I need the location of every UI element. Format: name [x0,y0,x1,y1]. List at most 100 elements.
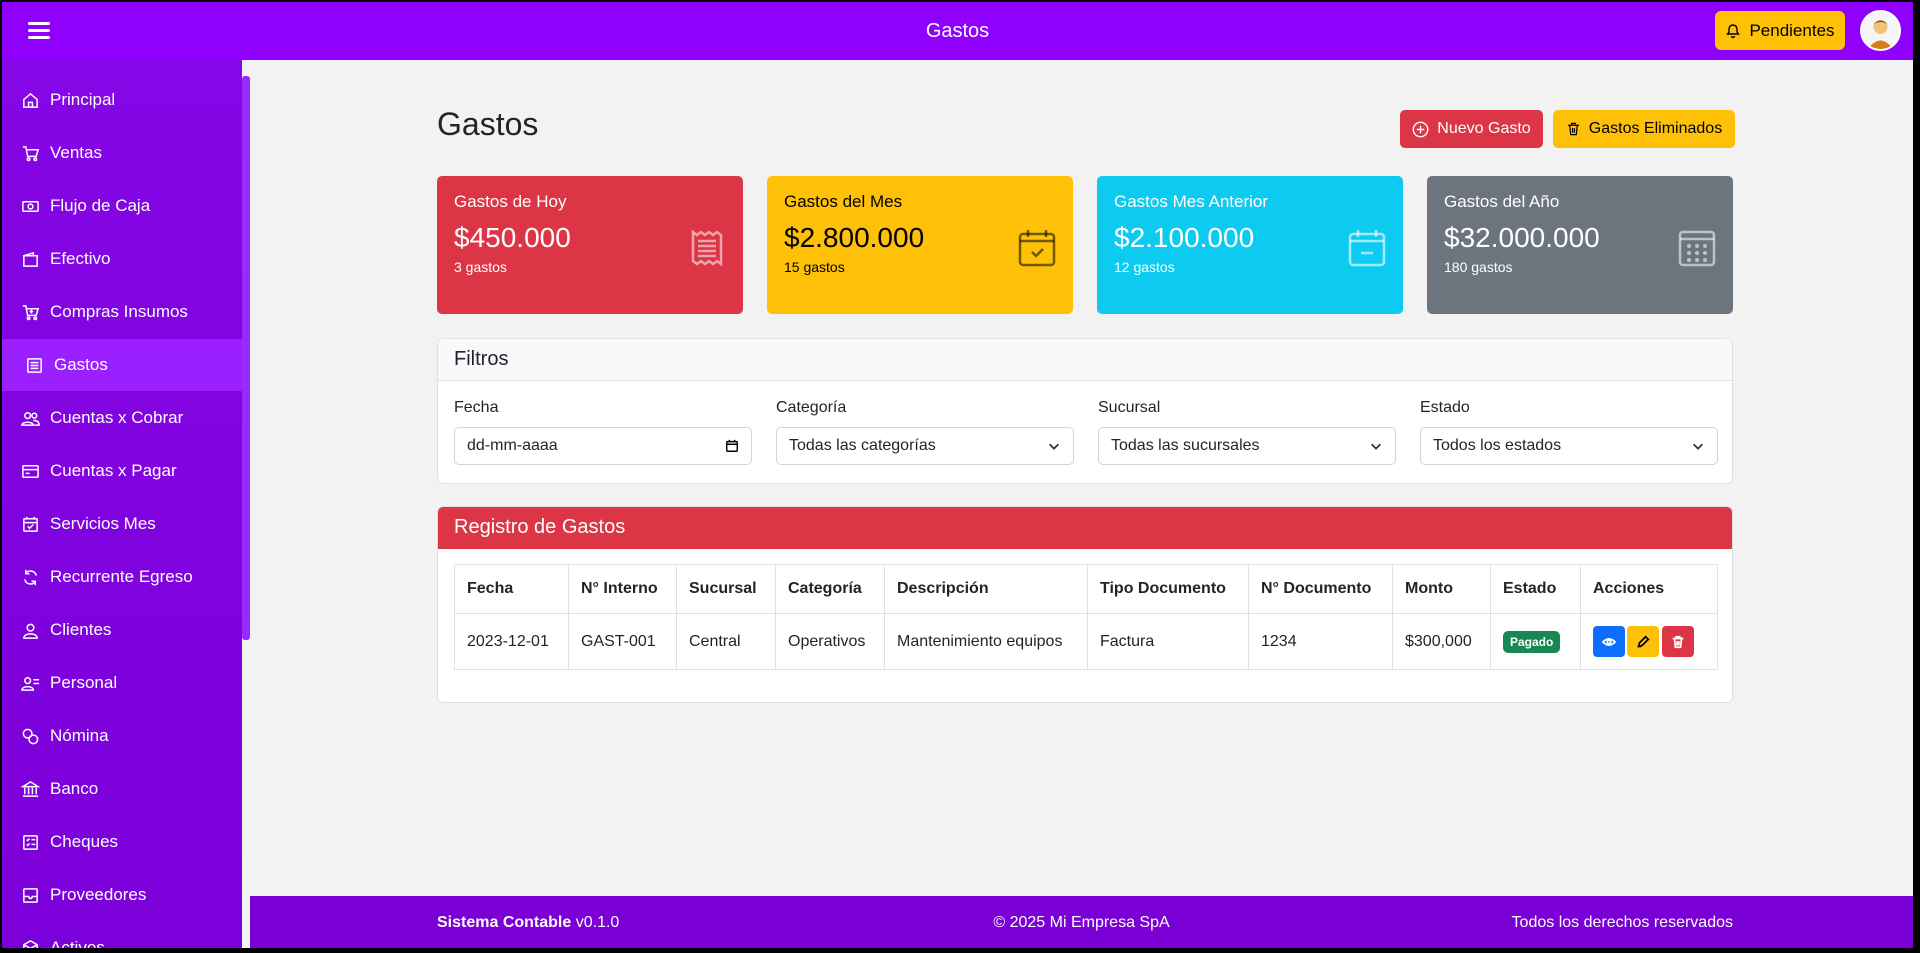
sidebar: Principal Ventas Flujo de Caja Efectivo … [2,60,242,948]
avatar[interactable] [1860,10,1901,51]
card-gastos-hoy: Gastos de Hoy $450.000 3 gastos [437,176,743,314]
calendar-icon [726,439,738,452]
cell-monto: $300,000 [1392,613,1491,670]
sidebar-item-compras-insumos[interactable]: Compras Insumos [2,286,242,338]
top-bar: Gastos Pendientes [2,2,1913,60]
table-header-row: Fecha N° Interno Sucursal Categoría Desc… [454,564,1718,614]
delete-button[interactable] [1661,626,1694,657]
cell-descripcion: Mantenimiento equipos [884,613,1088,670]
estado-label: Estado [1420,399,1470,416]
filters-panel: Filtros Fecha dd-mm-aaaa Categoría Todas… [437,338,1733,484]
sidebar-item-label: Efectivo [50,249,111,268]
trash-icon [1567,122,1579,136]
footer-rights: Todos los derechos reservados [1511,914,1733,931]
app-window: Gastos Pendientes Principal Ventas Flujo… [2,2,1913,948]
eye-icon [1602,637,1616,646]
card-gastos-ano: Gastos del Año $32.000.000 180 gastos [1427,176,1733,314]
categoria-value: Todas las categorías [789,437,936,454]
card-gastos-mes-anterior: Gastos Mes Anterior $2.100.000 12 gastos [1097,176,1403,314]
sidebar-item-label: Personal [50,673,118,692]
plus-circle-icon [1412,121,1429,137]
sidebar-item-label: Cuentas x Cobrar [50,408,184,427]
sidebar-item-personal[interactable]: Personal [2,657,242,709]
sidebar-item-cuentas-x-cobrar[interactable]: Cuentas x Cobrar [2,392,242,444]
categoria-label: Categoría [776,399,847,416]
pending-button[interactable]: Pendientes [1715,11,1845,50]
deleted-expenses-button[interactable]: Gastos Eliminados [1553,110,1735,148]
card-value: $2.100.000 [1114,222,1255,253]
new-expense-button[interactable]: Nuevo Gasto [1400,110,1543,148]
chevron-down-icon [1371,443,1381,450]
page-title: Gastos [437,106,539,142]
bank-icon [20,779,40,799]
col-monto: Monto [1392,564,1491,614]
card-label: Gastos del Año [1444,192,1560,211]
sucursal-value: Todas las sucursales [1111,437,1260,454]
col-categoria: Categoría [775,564,885,614]
filters-title: Filtros [438,339,1732,381]
receipt-icon [24,355,44,375]
sidebar-item-flujo-de-caja[interactable]: Flujo de Caja [2,180,242,232]
sidebar-item-principal[interactable]: Principal [2,74,242,126]
people-icon [20,408,40,428]
sidebar-item-servicios-mes[interactable]: Servicios Mes [2,498,242,550]
coins-icon [20,726,40,746]
view-button[interactable] [1593,626,1625,657]
sidebar-item-proveedores[interactable]: Proveedores [2,869,242,921]
fecha-label: Fecha [454,399,499,416]
sidebar-item-nomina[interactable]: Nómina [2,710,242,762]
chevron-down-icon [1049,443,1059,450]
sidebar-item-banco[interactable]: Banco [2,763,242,815]
sidebar-item-label: Principal [50,90,116,109]
chevron-down-icon [1693,443,1703,450]
col-fecha: Fecha [454,564,569,614]
person-badge-icon [20,673,40,693]
col-acciones: Acciones [1580,564,1718,614]
cell-estado: Pagado [1490,613,1581,670]
sidebar-item-label: Servicios Mes [50,514,156,533]
sidebar-item-cuentas-x-pagar[interactable]: Cuentas x Pagar [2,445,242,497]
sidebar-scrollbar[interactable] [242,76,250,640]
sidebar-item-efectivo[interactable]: Efectivo [2,233,242,285]
col-n-documento: N° Documento [1248,564,1393,614]
col-tipo-documento: Tipo Documento [1087,564,1249,614]
fecha-input[interactable]: dd-mm-aaaa [454,427,752,465]
sidebar-item-clientes[interactable]: Clientes [2,604,242,656]
cell-acciones [1580,613,1718,670]
receipt-icon [687,228,727,268]
sidebar-item-activos[interactable]: Activos [2,922,242,948]
expenses-title: Registro de Gastos [438,507,1732,549]
card-sub: 15 gastos [784,259,845,275]
cell-sucursal: Central [676,613,776,670]
card-sub: 3 gastos [454,259,507,275]
cell-tipo: Factura [1087,613,1249,670]
sucursal-select[interactable]: Todas las sucursales [1098,427,1396,465]
sidebar-item-recurrente-egreso[interactable]: Recurrente Egreso [2,551,242,603]
sidebar-item-label: Ventas [50,143,102,162]
cart-icon [20,143,40,163]
edit-button[interactable] [1627,626,1660,657]
cell-interno: GAST-001 [568,613,677,670]
estado-select[interactable]: Todos los estados [1420,427,1718,465]
card-label: Gastos Mes Anterior [1114,192,1269,211]
sucursal-label: Sucursal [1098,399,1161,416]
checklist-icon [20,832,40,852]
home-icon [20,90,40,110]
card-value: $450.000 [454,222,571,253]
card-label: Gastos del Mes [784,192,903,211]
sidebar-item-ventas[interactable]: Ventas [2,127,242,179]
pending-label: Pendientes [1749,20,1835,40]
wallet-icon [20,249,40,269]
cell-documento: 1234 [1248,613,1393,670]
sidebar-item-label: Nómina [50,726,109,745]
bell-icon [1726,23,1741,38]
footer: Sistema Contable v0.1.0 © 2025 Mi Empres… [250,896,1913,948]
sidebar-item-cheques[interactable]: Cheques [2,816,242,868]
cell-categoria: Operativos [775,613,885,670]
calendar-minus-icon [1347,228,1387,268]
refresh-icon [20,567,40,587]
sidebar-item-gastos[interactable]: Gastos [2,339,242,391]
categoria-select[interactable]: Todas las categorías [776,427,1074,465]
col-estado: Estado [1490,564,1581,614]
expenses-panel: Registro de Gastos Fecha N° Interno Sucu… [437,506,1733,703]
